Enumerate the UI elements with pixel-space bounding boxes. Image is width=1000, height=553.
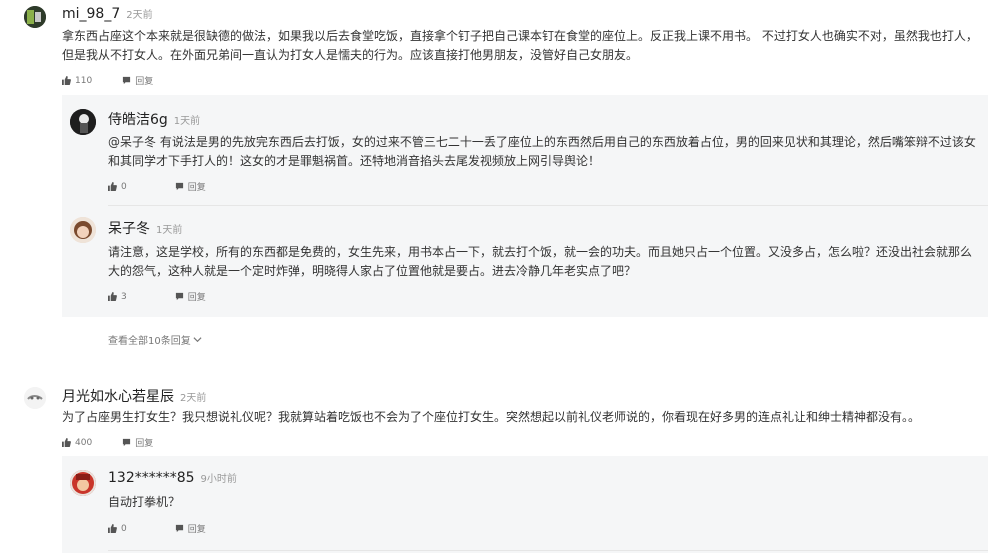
avatar-image: [70, 470, 96, 496]
view-all-replies-link[interactable]: 查看全部10条回复: [108, 332, 202, 347]
like-count: 400: [75, 437, 93, 448]
like-count: 0: [121, 181, 127, 192]
reply-actions: 3 回复: [108, 290, 236, 303]
speech-bubble-icon: [175, 182, 183, 191]
avatar[interactable]: [70, 109, 96, 135]
username-text[interactable]: 月光如水心若星辰: [62, 389, 174, 405]
thumbs-up-icon: [62, 76, 71, 85]
reply-actions: 0 回复: [108, 180, 236, 193]
like-button[interactable]: 3: [108, 292, 127, 302]
speech-bubble-icon: [175, 524, 183, 533]
comment-text: 拿东西占座这个本来就是很缺德的做法，如果我以后去食堂吃饭，直接拿个钉子把自己课本…: [62, 29, 978, 62]
like-count: 110: [75, 75, 93, 86]
reply-actions: 0 回复: [108, 522, 236, 535]
reply-button[interactable]: 回复: [175, 180, 206, 193]
reply-time: 1天前: [173, 116, 201, 127]
chevron-down-icon: [193, 337, 202, 343]
comment-text: 为了占座男生打女生？我只想说礼仪呢？我就算站着吃饭也不会为了个座位打女生。突然想…: [62, 410, 921, 424]
comment-time: 2天前: [126, 10, 153, 21]
speech-bubble-icon: [175, 292, 183, 301]
avatar-image: [24, 387, 46, 409]
reply-text: 自动打拳机？: [108, 495, 181, 509]
reply-username[interactable]: 呆子冬 1天前: [108, 218, 182, 238]
thumbs-up-icon: [108, 182, 117, 191]
reply-divider: [108, 550, 988, 551]
reply-username[interactable]: 侍皓洁6g 1天前: [108, 109, 200, 129]
username-text[interactable]: 132******85: [108, 470, 195, 486]
reply-label: 回复: [187, 293, 206, 303]
reply-label: 回复: [187, 525, 206, 535]
reply-label: 回复: [135, 439, 154, 449]
reply-label: 回复: [187, 183, 206, 193]
comment-actions: 110 回复: [62, 74, 183, 87]
avatar[interactable]: [70, 217, 96, 243]
username-text[interactable]: 侍皓洁6g: [108, 112, 168, 128]
reply-button[interactable]: 回复: [122, 436, 153, 449]
reply-button[interactable]: 回复: [175, 522, 206, 535]
reply-label: 回复: [135, 77, 154, 87]
reply-text: @呆子冬 有说法是男的先放完东西后去打饭，女的过来不管三七二十一丢了座位上的东西…: [108, 135, 976, 168]
comment-time: 2天前: [180, 393, 207, 404]
reply-username[interactable]: 132******85 9小时前: [108, 470, 237, 486]
avatar-image: [24, 6, 46, 28]
comment: 月光如水心若星辰 2天前 为了占座男生打女生？我只想说礼仪呢？我就算站着吃饭也不会…: [0, 380, 1000, 553]
like-count: 0: [121, 523, 127, 534]
speech-bubble-icon: [123, 438, 131, 447]
username-text[interactable]: mi_98_7: [62, 6, 120, 22]
comment-username[interactable]: 月光如水心若星辰 2天前: [62, 386, 206, 406]
reply-time: 1天前: [156, 225, 183, 236]
avatar[interactable]: [70, 470, 96, 496]
like-count: 3: [121, 291, 127, 302]
avatar-image: [70, 109, 96, 135]
reply-divider: [108, 205, 988, 206]
avatar[interactable]: [24, 6, 46, 28]
reply-button[interactable]: 回复: [122, 74, 153, 87]
reply-list: 132******85 9小时前 自动打拳机？ 0 回复: [62, 456, 988, 553]
like-button[interactable]: 0: [108, 524, 127, 534]
comment-actions: 400 回复: [62, 436, 183, 449]
avatar-image: [70, 217, 96, 243]
view-all-replies-text[interactable]: 查看全部10条回复: [108, 332, 191, 347]
username-text[interactable]: 呆子冬: [108, 221, 150, 237]
reply-list: 侍皓洁6g 1天前 @呆子冬 有说法是男的先放完东西后去打饭，女的过来不管三七二十…: [62, 95, 988, 317]
reply-text: 请注意，这是学校，所有的东西都是免费的，女生先来，用书本占一下，就去打个饭，就一…: [108, 245, 973, 278]
avatar[interactable]: [24, 387, 46, 409]
like-button[interactable]: 400: [62, 438, 92, 448]
reply-button[interactable]: 回复: [175, 290, 206, 303]
like-button[interactable]: 0: [108, 182, 127, 192]
comment-username[interactable]: mi_98_7 2天前: [62, 6, 153, 22]
speech-bubble-icon: [123, 76, 131, 85]
reply-time: 9小时前: [200, 474, 237, 485]
thumbs-up-icon: [108, 524, 117, 533]
like-button[interactable]: 110: [62, 76, 92, 86]
thumbs-up-icon: [108, 292, 117, 301]
thumbs-up-icon: [62, 438, 71, 447]
